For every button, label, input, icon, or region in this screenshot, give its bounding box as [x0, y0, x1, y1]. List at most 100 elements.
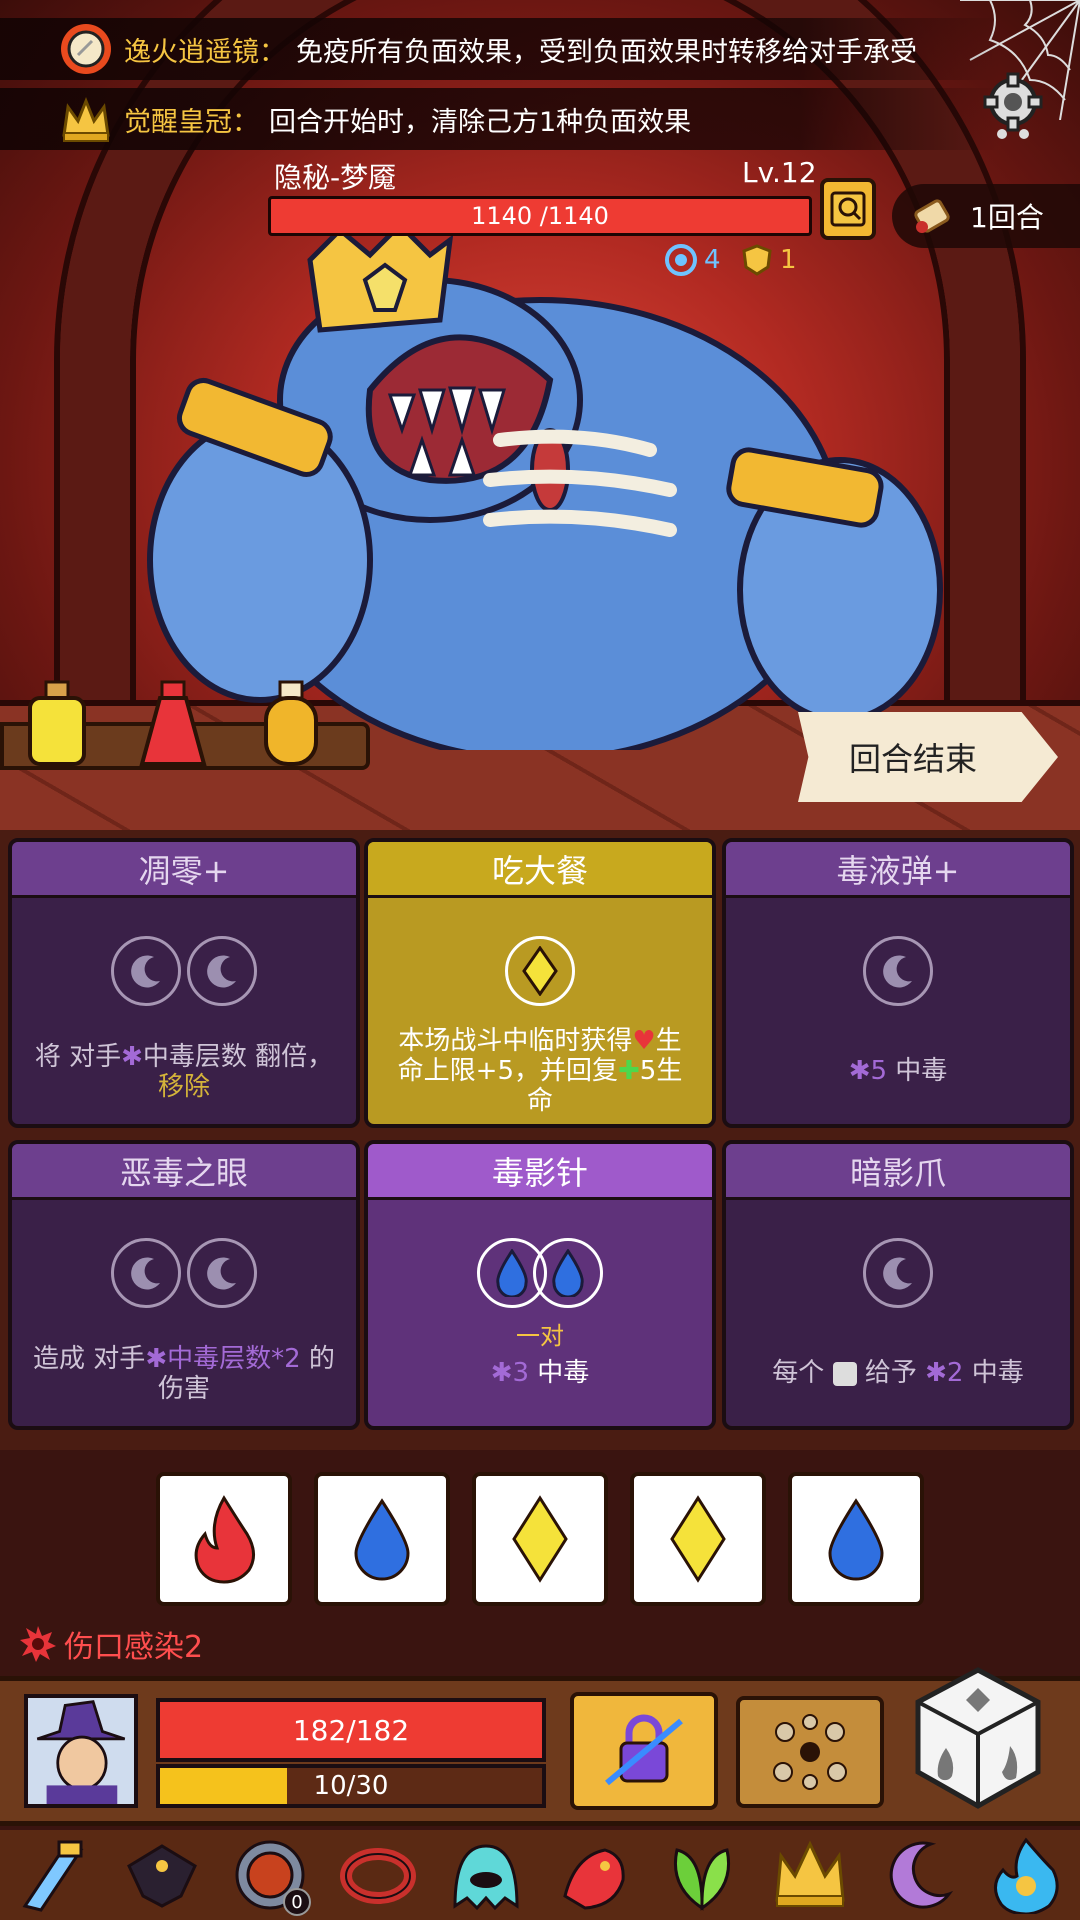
enemy-info-button[interactable] [820, 178, 876, 240]
moon-slot[interactable] [863, 936, 933, 1006]
effect-name: 觉醒皇冠： [124, 106, 259, 138]
mirror-icon [61, 24, 111, 74]
dice-slots [12, 1238, 356, 1308]
card-description: ✱5 中毒 [736, 1056, 1060, 1086]
card-feast[interactable]: 吃大餐 本场战斗中临时获得♥生 命上限+5，并回复✚5生 命 [364, 838, 716, 1128]
moon-icon [207, 1257, 236, 1290]
dice-slots [368, 1238, 712, 1308]
heart-icon: ♥ [632, 1026, 656, 1056]
moon-slot[interactable] [187, 1238, 257, 1308]
desc-text: 中毒层数 翻倍， [142, 1042, 334, 1072]
desc-text: 中毒 [971, 1358, 1024, 1388]
poison-icon: ✱ [145, 1344, 168, 1374]
green-leaf-icon[interactable] [663, 1836, 741, 1914]
card-description: 每个 给予 ✱2 中毒 [736, 1358, 1060, 1388]
gold-crown-icon[interactable] [771, 1836, 849, 1914]
desc-text: 的 [308, 1344, 335, 1374]
card-shadow-needle[interactable]: 毒影针 一对 ✱3 中毒 [364, 1140, 716, 1430]
die-water[interactable] [788, 1472, 924, 1606]
effect-name: 逸火逍遥镜： [124, 36, 286, 68]
effect-description: 免疫所有负面效果，受到负面效果时转移给对手承受 [296, 36, 917, 68]
card-venom-eye[interactable]: 恶毒之眼 造成 对手✱中毒层数*2 的 伤害 [8, 1140, 360, 1430]
player-debuff[interactable]: 伤口感染2 [18, 1622, 203, 1666]
card-description: 将 对手✱中毒层数 翻倍， 移除 [22, 1042, 346, 1102]
moon-slot[interactable] [111, 936, 181, 1006]
debuff-label: 伤口感染2 [64, 1630, 204, 1665]
magnifier-book-icon [830, 191, 866, 227]
water-drop-icon [496, 1249, 528, 1297]
dice-slots [12, 936, 356, 1006]
crystal-sword-icon[interactable] [15, 1836, 93, 1914]
crown-icon [62, 96, 110, 142]
desc-text: 中毒 [895, 1056, 948, 1086]
moon-slot[interactable] [111, 1238, 181, 1308]
poison-icon: ✱ [121, 1042, 143, 1072]
die-fire[interactable] [156, 1472, 292, 1606]
water-drop-icon [828, 1498, 884, 1581]
desc-text: 造成 对手 [33, 1344, 146, 1374]
enemy-status-shield: 1 [740, 242, 797, 278]
end-turn-button[interactable]: 回合结束 [798, 712, 1058, 802]
moon-slot[interactable] [863, 1238, 933, 1308]
die-diamond[interactable] [472, 1472, 608, 1606]
card-title: 毒影针 [368, 1144, 712, 1200]
diamond-slot[interactable] [505, 936, 575, 1006]
desc-text: 伤害 [157, 1374, 210, 1404]
lock-icon [605, 1714, 683, 1786]
ghost-slime-icon[interactable] [447, 1836, 525, 1914]
card-wither-plus[interactable]: 凋零+ 将 对手✱中毒层数 翻倍， 移除 [8, 838, 360, 1128]
card-title: 毒液弹+ [726, 842, 1070, 898]
blue-flame-icon[interactable] [987, 1836, 1065, 1914]
red-bracelet-icon[interactable] [339, 1836, 417, 1914]
moon-die-icon [832, 1361, 857, 1386]
relic-count: 0 [283, 1888, 311, 1916]
target-icon [665, 244, 697, 276]
reroll-relic-button[interactable] [736, 1696, 884, 1808]
player-avatar[interactable] [24, 1694, 138, 1808]
poison-icon: ✱ [925, 1358, 947, 1388]
die-water[interactable] [314, 1472, 450, 1606]
enemy-status-target: 4 [664, 242, 721, 278]
desc-number: 2 [946, 1358, 964, 1388]
card-venom-shot-plus[interactable]: 毒液弹+ ✱5 中毒 [722, 838, 1074, 1128]
desc-keyword: 移除 [157, 1072, 210, 1102]
roll-dice-icon[interactable] [912, 1666, 1044, 1812]
player-energy-text: 10/30 [313, 1771, 389, 1801]
card-shadow-claw[interactable]: 暗影爪 每个 给予 ✱2 中毒 [722, 1140, 1074, 1430]
desc-text: 中毒 [537, 1358, 590, 1388]
enemy-level: Lv.12 [742, 156, 817, 189]
relic-bar: 0 [0, 1830, 1080, 1920]
yellow-potion-icon[interactable] [22, 680, 92, 770]
moon-slot[interactable] [187, 936, 257, 1006]
desc-text: 每个 [772, 1358, 825, 1388]
player-hp-bar: 182/182 [156, 1698, 546, 1762]
lava-disc-relic[interactable]: 0 [231, 1836, 311, 1916]
moon-icon [131, 1257, 160, 1290]
status-value: 1 [780, 245, 797, 275]
water-drop-icon [552, 1249, 584, 1297]
settings-gear-icon[interactable] [978, 70, 1048, 140]
nightmare-monster[interactable] [110, 230, 970, 750]
card-title: 恶毒之眼 [12, 1144, 356, 1200]
dark-bird-icon[interactable] [123, 1836, 201, 1914]
water-slot[interactable] [533, 1238, 603, 1308]
crescent-moon-icon[interactable] [879, 1836, 957, 1914]
red-potion-icon[interactable] [138, 680, 208, 770]
lock-dice-button[interactable] [570, 1692, 718, 1810]
desc-text: 命 [526, 1086, 553, 1116]
card-title: 暗影爪 [726, 1144, 1070, 1200]
card-description: ✱3 中毒 [378, 1358, 702, 1388]
orange-potion-icon[interactable] [256, 680, 326, 770]
desc-text: 本场战斗中临时获得 [398, 1026, 633, 1056]
die-diamond[interactable] [630, 1472, 766, 1606]
pair-requirement-label: 一对 [516, 1322, 564, 1350]
moon-icon [883, 955, 912, 988]
end-turn-label: 回合结束 [848, 740, 977, 778]
fire-dragon-icon[interactable] [555, 1836, 633, 1914]
moon-icon [883, 1257, 912, 1290]
diamond-icon [522, 946, 558, 996]
card-description: 造成 对手✱中毒层数*2 的 伤害 [22, 1344, 346, 1404]
dice-slots [368, 936, 712, 1006]
poison-icon: ✱ [848, 1056, 871, 1086]
player-hp-text: 182/182 [292, 1713, 410, 1747]
